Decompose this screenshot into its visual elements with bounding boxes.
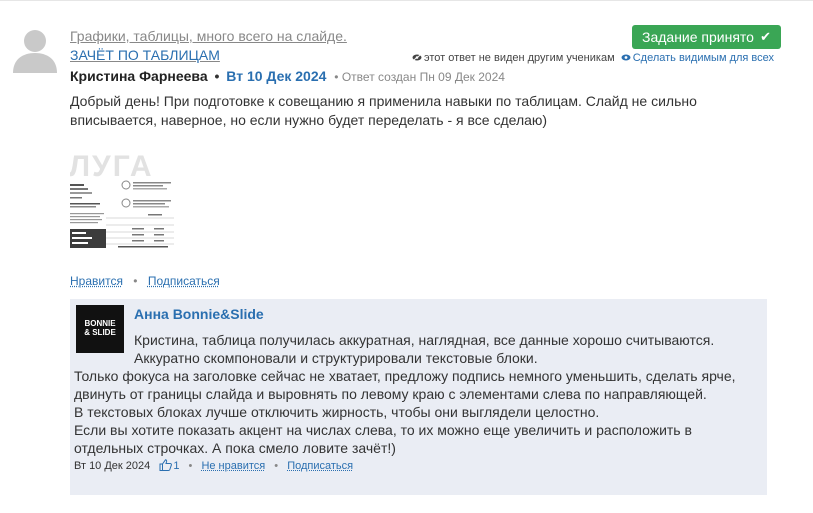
reply-line: Если вы хотите показать акцент на числах…	[74, 422, 692, 438]
top-divider	[0, 0, 813, 7]
check-icon: ✔	[760, 29, 771, 44]
like-count: 1	[173, 460, 180, 472]
reply-footer: Вт 10 Дек 2024 1 • Не нравится • Подписа…	[74, 459, 353, 473]
reply-date: Вт 10 Дек 2024	[74, 460, 151, 472]
eye-slash-icon	[412, 54, 422, 61]
submission-title-line1[interactable]: Графики, таблицы, много всего на слайде.	[70, 27, 400, 46]
reply-line: двинуть от границы слайда и выровнять по…	[74, 386, 707, 402]
teacher-reply: BONNIE & SLIDE Анна Bonnie&Slide Кристин…	[70, 299, 767, 495]
thumbs-up-icon[interactable]	[159, 459, 173, 471]
reply-line: Кристина, таблица получилась аккуратная,…	[134, 332, 715, 348]
reply-line: отдельных строчках. А пока смело ловите …	[74, 440, 396, 456]
created-note: • Ответ создан Пн 09 Дек 2024	[334, 70, 505, 84]
logo-line1: BONNIE	[84, 319, 116, 328]
footer-separator: •	[274, 460, 279, 472]
created-text: Ответ создан Пн 09 Дек 2024	[341, 70, 505, 84]
user-avatar-icon	[13, 30, 57, 73]
footer-separator: •	[188, 460, 193, 472]
eye-icon[interactable]	[621, 54, 631, 61]
status-badge-label: Задание принято	[642, 29, 754, 45]
action-separator: •	[133, 274, 138, 288]
author-name[interactable]: Кристина Фарнеева	[70, 68, 208, 84]
dislike-link[interactable]: Не нравится	[201, 460, 265, 472]
reply-subscribe-link[interactable]: Подписаться	[287, 460, 353, 472]
like-link[interactable]: Нравится	[70, 274, 123, 288]
reply-author-name[interactable]: Анна Bonnie&Slide	[134, 306, 264, 322]
subscribe-link[interactable]: Подписаться	[148, 274, 220, 288]
visibility-notice: этот ответ не виден другим ученикам Сдел…	[412, 52, 782, 64]
submission-meta: Кристина Фарнеева • Вт 10 Дек 2024 • Отв…	[70, 68, 505, 84]
submission-title-line2[interactable]: ЗАЧЁТ ПО ТАБЛИЦАМ	[70, 46, 400, 65]
reply-line: Только фокуса на заголовке сейчас не хва…	[74, 368, 736, 384]
meta-separator: •	[214, 68, 220, 84]
reply-line: В текстовых блоках лучше отключить жирно…	[74, 404, 600, 420]
submission-actions: Нравится • Подписаться	[70, 274, 220, 288]
slide-heading: ЛУГА	[70, 152, 154, 183]
reply-line: Аккуратно скомпоновали и структурировали…	[134, 350, 538, 366]
submission-title[interactable]: Графики, таблицы, много всего на слайде.…	[70, 27, 400, 65]
make-visible-link[interactable]: Сделать видимым для всех	[633, 52, 774, 64]
hidden-notice-text: этот ответ не виден другим ученикам	[424, 52, 615, 64]
slide-attachment-thumbnail[interactable]: ЛУГА	[70, 152, 174, 248]
status-badge: Задание принято ✔	[632, 25, 781, 49]
submission-text: Добрый день! При подготовке к совещанию …	[70, 93, 697, 128]
reply-text: Кристина, таблица получилась аккуратная,…	[74, 331, 754, 457]
submission-date[interactable]: Вт 10 Дек 2024	[226, 68, 326, 84]
